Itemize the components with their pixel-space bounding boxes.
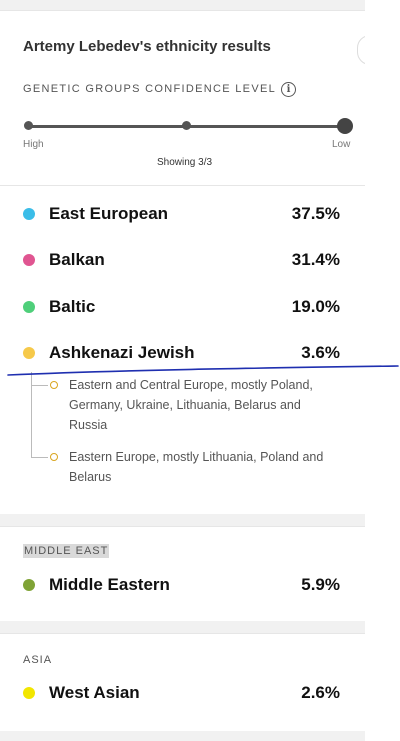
pen-underline-annotation — [7, 365, 399, 376]
